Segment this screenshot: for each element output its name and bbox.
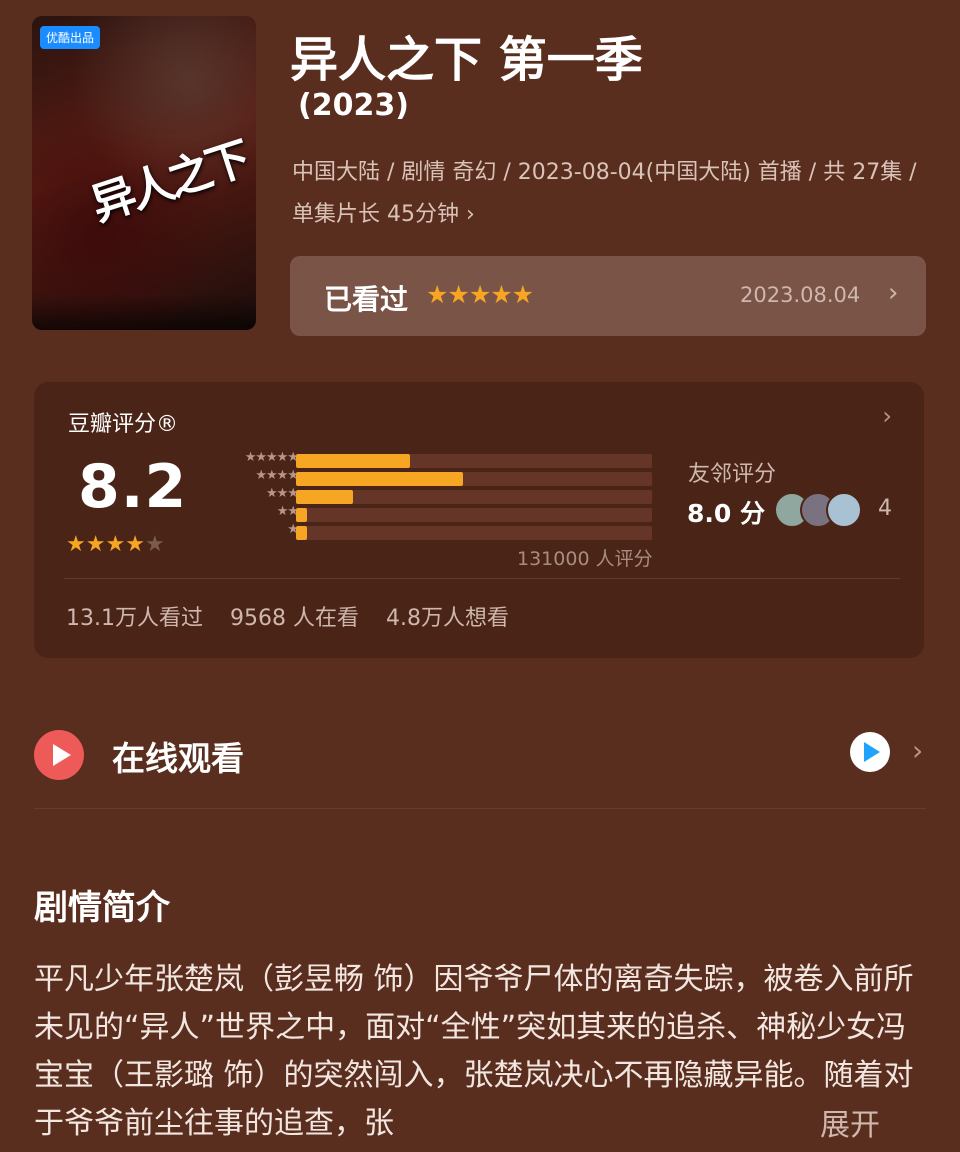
friends-rating-label: 友邻评分 xyxy=(688,462,777,487)
distribution-track xyxy=(296,472,652,486)
youku-icon xyxy=(850,732,890,772)
star-icon: ★ xyxy=(144,532,165,557)
distribution-stars: ★★ xyxy=(276,504,299,519)
friends-rating-count: 4 xyxy=(878,496,892,521)
poster-image[interactable]: 优酷出品 异人之下 xyxy=(32,16,256,330)
avatar xyxy=(826,492,862,528)
poster-footer xyxy=(32,294,256,330)
distribution-bar xyxy=(296,508,307,522)
rating-distribution: ★★★★★ ★★★★ ★★★ ★★ ★ xyxy=(202,450,662,550)
distribution-bar xyxy=(296,472,464,486)
chevron-right-icon: › xyxy=(466,202,475,227)
chevron-right-icon: › xyxy=(912,734,924,767)
friends-rating-score: 8.0 分 xyxy=(687,499,765,528)
watch-online-row[interactable]: 在线观看 › xyxy=(34,728,926,780)
info-meta[interactable]: 中国大陆 / 剧情 奇幻 / 2023-08-04(中国大陆) 首播 / 共 2… xyxy=(292,152,922,236)
distribution-stars: ★★★ xyxy=(266,486,299,501)
distribution-stars: ★★★★ xyxy=(255,468,299,483)
expand-button[interactable]: 展开 xyxy=(820,1100,880,1144)
user-rating-stars: ★★★★★ xyxy=(426,280,534,309)
distribution-row: ★★ xyxy=(202,504,662,522)
meta-text: 中国大陆 / 剧情 奇幻 / 2023-08-04(中国大陆) 首播 / 共 2… xyxy=(292,160,917,227)
douban-rating-card[interactable]: 豆瓣评分® › 8.2 ★★★★★ ★★★★★ ★★★★ ★★★ ★★ ★ 131000… xyxy=(34,382,924,658)
watched-status-button[interactable]: 已看过 ★★★★★ 2023.08.04 › xyxy=(290,256,926,336)
distribution-bar xyxy=(296,526,307,540)
youku-original-badge: 优酷出品 xyxy=(40,26,101,49)
star-icon: ★ xyxy=(85,532,106,557)
distribution-track xyxy=(296,508,652,522)
distribution-stars: ★★★★★ xyxy=(244,450,299,465)
watched-date: 2023.08.04 xyxy=(740,283,861,307)
distribution-bar xyxy=(296,454,410,468)
distribution-track xyxy=(296,526,652,540)
chevron-right-icon: › xyxy=(882,402,892,430)
watched-count: 13.1万人看过 xyxy=(66,606,203,631)
watch-stats: 13.1万人看过 9568 人在看 4.8万人想看 xyxy=(66,600,529,632)
rating-score: 8.2 xyxy=(78,452,188,522)
rating-stars: ★★★★★ xyxy=(66,532,165,557)
page-title: 异人之下 第一季 xyxy=(290,32,643,88)
star-icon: ★ xyxy=(66,532,86,557)
star-icon: ★ xyxy=(105,532,126,557)
chevron-right-icon: › xyxy=(888,278,899,308)
distribution-track xyxy=(296,490,652,504)
watch-online-label: 在线观看 xyxy=(112,739,244,778)
play-icon xyxy=(34,730,84,780)
watching-count: 9568 人在看 xyxy=(230,606,359,631)
rating-title: 豆瓣评分® xyxy=(68,412,179,437)
want-count: 4.8万人想看 xyxy=(385,606,509,631)
distribution-row: ★ xyxy=(202,522,662,540)
distribution-track xyxy=(296,454,652,468)
distribution-row: ★★★ xyxy=(202,486,662,504)
distribution-bar xyxy=(296,490,353,504)
star-icon: ★ xyxy=(125,532,145,557)
divider xyxy=(64,578,900,579)
distribution-row: ★★★★★ xyxy=(202,450,662,468)
release-year: (2023) xyxy=(298,88,409,123)
distribution-row: ★★★★ xyxy=(202,468,662,486)
synopsis-title: 剧情简介 xyxy=(34,888,170,928)
divider xyxy=(34,808,926,809)
poster-logo: 异人之下 xyxy=(85,133,254,232)
rating-count: 131000 人评分 xyxy=(517,548,653,570)
watched-label: 已看过 xyxy=(324,283,409,316)
